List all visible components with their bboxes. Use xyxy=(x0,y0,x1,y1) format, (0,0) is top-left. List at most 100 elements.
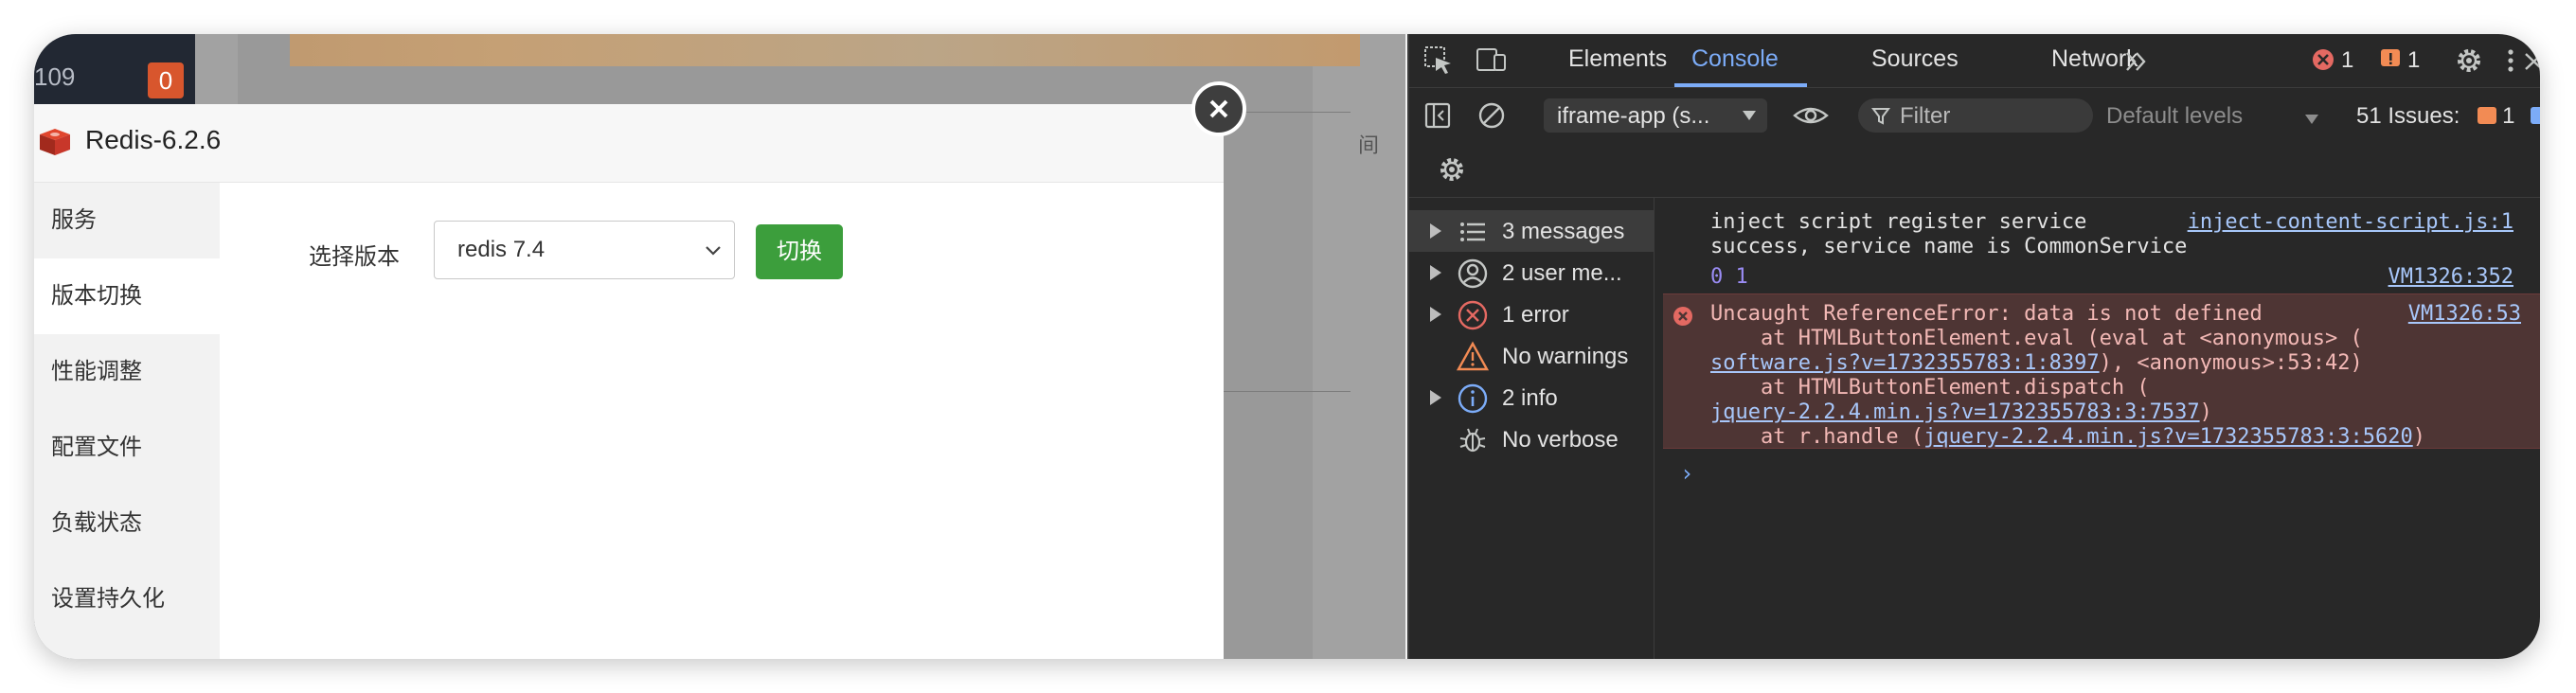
nav-count: 109 xyxy=(34,62,76,91)
console-output: inject script register service inject-co… xyxy=(1655,197,2540,659)
sidebar-item-messages[interactable]: 3 messages xyxy=(1409,210,1654,252)
warning-icon xyxy=(1457,341,1489,371)
stack-trace-link[interactable]: jquery-2.2.4.min.js?v=1732355783:3:5620 xyxy=(1923,425,2413,449)
version-select-value: redis 7.4 xyxy=(457,237,546,262)
stack-trace-line: at HTMLButtonElement.dispatch ( xyxy=(1710,376,2150,400)
error-message-text: Uncaught ReferenceError: data is not def… xyxy=(1710,302,2263,326)
modal-title: Redis-6.2.6 xyxy=(85,125,222,154)
issues-counter[interactable]: 51 Issues: 1 1 xyxy=(2356,103,2540,130)
issue-warning-icon xyxy=(2478,107,2497,124)
devtools-tabbar: Elements Console Sources Network 1 1 xyxy=(1409,34,2540,88)
filter-icon xyxy=(1871,108,1890,125)
active-tab-indicator xyxy=(1674,83,1807,87)
sidebar-label: 2 info xyxy=(1502,385,1558,411)
stack-trace-line: at HTMLButtonElement.eval (eval at <anon… xyxy=(1710,327,2363,350)
app-banner xyxy=(290,34,1360,66)
sidebar-label: No verbose xyxy=(1502,427,1619,453)
context-selector-value: iframe-app (s... xyxy=(1557,103,1710,129)
console-toolbar: iframe-app (s... Filter Default levels 5… xyxy=(1409,89,2540,198)
error-icon xyxy=(1458,300,1488,330)
modal-sidebar: 服务 版本切换 性能调整 配置文件 负载状态 设置持久化 xyxy=(34,183,220,659)
clear-console-icon[interactable] xyxy=(1476,99,1508,132)
sidebar-label: 3 messages xyxy=(1502,219,1625,244)
close-icon xyxy=(1209,99,1228,118)
expand-arrow-icon[interactable] xyxy=(1430,307,1441,322)
sidebar-item-errors[interactable]: 1 error xyxy=(1409,293,1654,335)
sidebar-item-user-messages[interactable]: 2 user me... xyxy=(1409,252,1654,293)
context-selector[interactable]: iframe-app (s... xyxy=(1544,98,1767,133)
console-source-link[interactable]: VM1326:352 xyxy=(2388,265,2513,289)
filter-input[interactable]: Filter xyxy=(1858,98,2093,133)
sidebar-item-info[interactable]: 2 info xyxy=(1409,377,1654,418)
console-error-message: Uncaught ReferenceError: data is not def… xyxy=(1663,293,2540,449)
browser-window: 109 0 间 Redis-6.2.6 服务 版本切换 性能调整 配置文件 负载… xyxy=(34,34,2540,659)
stack-trace-link[interactable]: jquery-2.2.4.min.js?v=1732355783:3:7537 xyxy=(1710,400,2200,424)
switch-button[interactable]: 切换 xyxy=(756,224,843,279)
warning-count[interactable]: 1 xyxy=(2407,47,2420,74)
tab-sources[interactable]: Sources xyxy=(1871,45,1959,73)
stack-trace-prefix: at r.handle ( xyxy=(1710,425,1924,449)
settings-gear-icon[interactable] xyxy=(2453,44,2485,77)
issues-label: 51 Issues: xyxy=(2356,103,2460,129)
sidebar-label: 1 error xyxy=(1502,302,1569,328)
expand-arrow-icon[interactable] xyxy=(1430,223,1441,239)
stack-trace-line: jquery-2.2.4.min.js?v=1732355783:3:7537) xyxy=(1710,400,2212,424)
devtools-panel: Elements Console Sources Network 1 1 ifr… xyxy=(1407,34,2540,659)
stack-trace-rest: ) xyxy=(2199,400,2212,424)
sidebar-item-warnings[interactable]: No warnings xyxy=(1409,335,1654,377)
modal-tab-config-file[interactable]: 配置文件 xyxy=(34,410,220,486)
log-levels-dropdown[interactable]: Default levels xyxy=(2106,103,2243,130)
error-source-link[interactable]: VM1326:53 xyxy=(2408,302,2521,326)
chevron-down-icon xyxy=(706,246,721,256)
console-message-text: inject script register service xyxy=(1710,210,2087,234)
console-sidebar: 3 messages 2 user me... 1 error No warni… xyxy=(1409,197,1655,659)
modal-tab-version-switch[interactable]: 版本切换 xyxy=(34,258,220,334)
sidebar-label: 2 user me... xyxy=(1502,260,1622,286)
close-devtools-icon[interactable] xyxy=(2521,44,2540,77)
modal-tab-service[interactable]: 服务 xyxy=(34,183,220,258)
console-source-link[interactable]: inject-content-script.js:1 xyxy=(2188,210,2513,234)
issues-warning-count: 1 xyxy=(2502,103,2515,129)
tab-console[interactable]: Console xyxy=(1691,45,1779,73)
table-head-text: 间 xyxy=(1358,133,1380,157)
redis-logo-icon xyxy=(40,129,70,155)
stack-trace-rest: ) xyxy=(2412,425,2425,449)
inspect-element-icon[interactable] xyxy=(1422,44,1455,77)
issue-info-icon xyxy=(2531,107,2540,124)
version-select[interactable]: redis 7.4 xyxy=(434,221,735,279)
app-page: 109 0 间 Redis-6.2.6 服务 版本切换 性能调整 配置文件 负载… xyxy=(34,34,1405,659)
caret-down-icon xyxy=(1743,111,1756,120)
expand-arrow-icon[interactable] xyxy=(1430,265,1441,280)
modal-tab-persistence[interactable]: 设置持久化 xyxy=(34,561,220,637)
console-settings-gear-icon[interactable] xyxy=(1436,153,1468,186)
bug-icon xyxy=(1459,428,1486,453)
console-message-numbers: 0 1 xyxy=(1710,265,1748,289)
nav-badge: 0 xyxy=(148,62,184,98)
sidebar-toggle-icon[interactable] xyxy=(1422,99,1455,132)
filter-placeholder: Filter xyxy=(1900,103,1951,129)
error-count-icon[interactable] xyxy=(2311,47,2335,72)
modal-tab-load-status[interactable]: 负载状态 xyxy=(34,486,220,561)
warning-count-icon[interactable] xyxy=(2379,47,2402,70)
eye-icon[interactable] xyxy=(1792,99,1830,132)
stack-trace-link[interactable]: software.js?v=1732355783:1:8397 xyxy=(1710,351,2100,375)
stack-trace-rest: ), <anonymous>:53:42) xyxy=(2099,351,2363,375)
info-icon xyxy=(1458,383,1488,414)
error-icon xyxy=(1673,307,1692,326)
error-count[interactable]: 1 xyxy=(2341,47,2353,74)
device-toolbar-icon[interactable] xyxy=(1476,44,1508,77)
modal-close-button[interactable] xyxy=(1191,81,1246,136)
expand-arrow-icon[interactable] xyxy=(1430,390,1441,405)
modal-header: Redis-6.2.6 xyxy=(34,104,1224,183)
sidebar-item-verbose[interactable]: No verbose xyxy=(1409,418,1654,460)
console-prompt[interactable]: › xyxy=(1680,460,1693,487)
sidebar-label: No warnings xyxy=(1502,344,1629,369)
more-tabs-icon[interactable] xyxy=(2121,45,2154,78)
modal-body: 选择版本 redis 7.4 切换 xyxy=(220,183,1224,659)
list-icon xyxy=(1460,222,1485,241)
modal-tab-performance[interactable]: 性能调整 xyxy=(34,334,220,410)
tab-elements[interactable]: Elements xyxy=(1568,45,1667,73)
stack-trace-line: software.js?v=1732355783:1:8397), <anony… xyxy=(1710,351,2363,375)
levels-caret-icon xyxy=(2305,115,2318,124)
redis-modal: Redis-6.2.6 服务 版本切换 性能调整 配置文件 负载状态 设置持久化… xyxy=(34,104,1224,659)
